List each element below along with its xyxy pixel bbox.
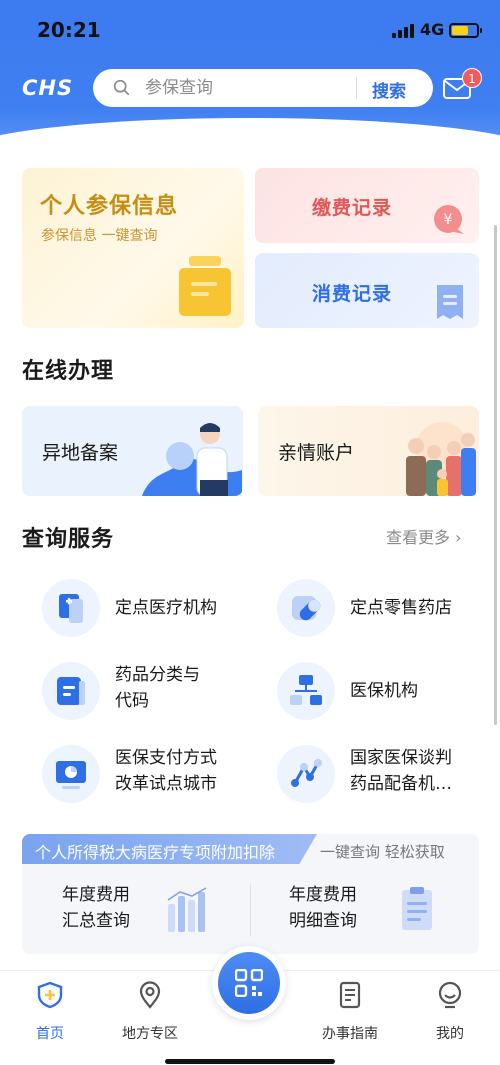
payment-record-card[interactable]: 缴费记录 ¥	[255, 168, 479, 243]
network-type: 4G	[420, 20, 445, 39]
tab-local-zone[interactable]: 地方专区	[105, 981, 195, 1043]
qr-code-icon	[235, 969, 263, 997]
service-label: 医保支付方式 改革试点城市	[115, 745, 265, 797]
receipt-icon	[437, 285, 463, 319]
service-label: 国家医保谈判 药品配备机…	[350, 745, 500, 797]
organization-icon	[277, 662, 335, 720]
personal-insurance-title: 个人参保信息	[40, 194, 179, 219]
home-shield-icon	[37, 981, 63, 1009]
consumption-record-card[interactable]: 消费记录	[255, 253, 479, 328]
tab-profile[interactable]: 我的	[405, 981, 495, 1043]
service-label: 医保机构	[350, 681, 418, 701]
medical-insurance-agency[interactable]: 医保机构	[277, 662, 487, 732]
tab-home[interactable]: 首页	[5, 981, 95, 1043]
yen-bubble-icon: ¥	[434, 205, 464, 234]
family-illustration	[406, 422, 476, 496]
tab-label: 我的	[436, 1026, 464, 1042]
search-bar[interactable]: 搜索	[93, 69, 433, 107]
document-icon	[42, 662, 100, 720]
tax-item-line: 年度费用	[289, 885, 357, 905]
designated-medical-institution[interactable]: 定点医疗机构	[42, 579, 252, 649]
chs-logo: CHS	[22, 76, 74, 100]
tax-divider	[250, 884, 251, 936]
payment-record-title: 缴费记录	[312, 197, 393, 219]
payment-reform-pilot-cities[interactable]: 医保支付方式 改革试点城市	[42, 745, 252, 815]
designated-pharmacy[interactable]: 定点零售药店	[277, 579, 487, 649]
medical-kit-icon	[42, 579, 100, 637]
service-label-line: 改革试点城市	[115, 774, 217, 794]
family-account-label: 亲情账户	[278, 442, 355, 464]
status-bar: 20:21 4G	[0, 16, 500, 46]
search-divider	[356, 77, 357, 99]
service-label-line: 代码	[115, 691, 149, 711]
search-input[interactable]	[145, 74, 345, 102]
tab-label: 首页	[36, 1026, 64, 1042]
header-wave-decoration	[0, 118, 500, 145]
search-button[interactable]: 搜索	[372, 77, 406, 102]
svg-text:¥: ¥	[444, 212, 453, 228]
annual-cost-summary-query[interactable]: 年度费用 汇总查询	[62, 882, 130, 934]
chevron-right-icon: ›	[455, 528, 462, 547]
tab-label: 办事指南	[322, 1026, 378, 1042]
remote-filing-card[interactable]: 异地备案	[22, 406, 243, 496]
remote-filing-label: 异地备案	[42, 442, 119, 464]
service-label-line: 医保支付方式	[115, 748, 217, 768]
person-globe-illustration	[142, 423, 242, 496]
battery-icon	[449, 23, 482, 38]
tax-item-line: 明细查询	[289, 911, 357, 931]
service-label: 药品分类与 代码	[115, 662, 265, 714]
monitor-chart-icon	[42, 745, 100, 803]
tax-deduction-note: 一键查询 轻松获取	[320, 843, 445, 861]
signal-icon	[392, 24, 414, 38]
service-label-line: 药品配备机…	[350, 774, 452, 794]
tax-deduction-panel: 个人所得税大病医疗专项附加扣除 一键查询 轻松获取 年度费用 汇总查询 年度费用…	[22, 834, 479, 954]
service-label-line: 药品分类与	[115, 665, 200, 685]
online-section-title: 在线办理	[22, 359, 115, 384]
view-more-link[interactable]: 查看更多 ›	[386, 524, 462, 548]
service-label-line: 国家医保谈判	[350, 748, 452, 768]
view-more-label: 查看更多	[386, 528, 451, 547]
tax-item-line: 汇总查询	[62, 911, 130, 931]
guide-document-icon	[339, 981, 361, 1009]
personal-insurance-subtitle: 参保信息 一键查询	[41, 228, 158, 244]
qr-code-scan-button[interactable]	[212, 946, 286, 1020]
folder-box-icon	[179, 256, 231, 316]
scrollbar[interactable]	[494, 225, 497, 725]
family-account-card[interactable]: 亲情账户	[258, 406, 479, 496]
query-section-title: 查询服务	[22, 527, 115, 552]
location-pin-icon	[139, 981, 161, 1009]
clipboard-icon	[402, 887, 432, 930]
search-icon	[113, 79, 130, 96]
tax-item-line: 年度费用	[62, 885, 130, 905]
status-time: 20:21	[37, 18, 101, 42]
bar-chart-icon	[167, 887, 207, 932]
home-indicator	[165, 1059, 335, 1064]
message-badge: 1	[462, 68, 482, 88]
qr-code-scan-background	[218, 952, 280, 1014]
tab-label: 地方专区	[122, 1026, 178, 1042]
personal-insurance-card[interactable]: 个人参保信息 参保信息 一键查询	[22, 168, 244, 328]
tax-deduction-banner: 个人所得税大病医疗专项附加扣除	[22, 834, 317, 864]
user-profile-icon	[438, 981, 462, 1009]
annual-cost-detail-query[interactable]: 年度费用 明细查询	[289, 882, 357, 934]
network-nodes-icon	[277, 745, 335, 803]
pill-icon	[277, 579, 335, 637]
consumption-record-title: 消费记录	[312, 283, 393, 305]
drug-classification-code[interactable]: 药品分类与 代码	[42, 662, 252, 732]
tax-deduction-banner-text: 个人所得税大病医疗专项附加扣除	[35, 843, 276, 862]
service-label: 定点医疗机构	[115, 598, 217, 618]
negotiated-drug-institutions[interactable]: 国家医保谈判 药品配备机…	[277, 745, 487, 815]
service-label: 定点零售药店	[350, 598, 452, 618]
tab-service-guide[interactable]: 办事指南	[305, 981, 395, 1043]
